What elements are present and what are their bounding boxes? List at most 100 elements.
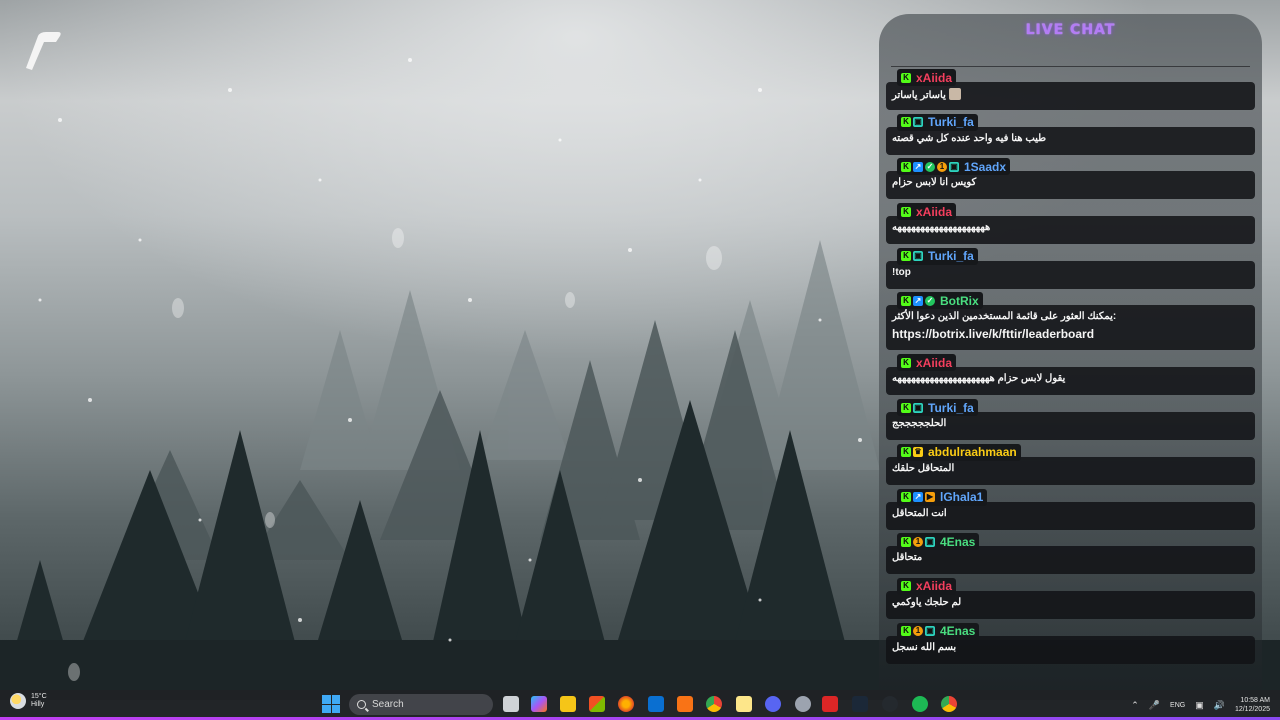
kick-icon: K <box>901 536 911 547</box>
subscriber-icon: ▣ <box>925 626 935 637</box>
chat-message-bubble: الحلجججججج <box>886 412 1255 441</box>
chat-message-bubble: يقول لابس حزام هههههههههههههههههههههه <box>886 367 1255 396</box>
steam-icon[interactable] <box>852 696 868 712</box>
chat-username[interactable]: xAiida <box>916 205 952 219</box>
display-icon[interactable]: ▣ <box>1195 700 1204 711</box>
chat-message-bubble: المتحاقل حلقك <box>886 456 1255 485</box>
store-icon[interactable] <box>589 696 605 712</box>
chat-user-bar: KxAiida <box>897 354 957 372</box>
chat-username[interactable]: Turki_fa <box>928 249 974 263</box>
chat-message: الحلجججججج K ▣ Turki_fa <box>886 399 1255 444</box>
chat-username[interactable]: xAiida <box>916 71 952 85</box>
subscriber-icon: ▣ <box>913 117 923 128</box>
chat-username[interactable]: 4Enas <box>940 624 975 638</box>
chat-message-bubble: لم حلجك ياوكمي <box>886 590 1255 619</box>
chevron-up-icon[interactable]: ⌃ <box>1131 700 1139 711</box>
chat-username[interactable]: Turki_fa <box>928 401 974 415</box>
chat-message-text: يقول لابس حزام هههههههههههههههههههههه <box>892 373 1066 385</box>
chat-message-text: المتحاقل حلقك <box>892 462 955 474</box>
chat-message-text: !top <box>892 266 911 278</box>
chat-user-bar: K ♛ abdulraahmaan <box>897 443 1021 461</box>
outlook-icon[interactable] <box>648 696 664 712</box>
settings-icon[interactable] <box>795 696 811 712</box>
chat-message-bubble: ههههههههههههههههههههه <box>886 216 1255 245</box>
desktop-logo <box>26 32 61 70</box>
chat-message: المتحاقل حلقك K ♛ abdulraahmaan <box>886 443 1255 489</box>
microphone-icon[interactable]: 🎤 <box>1149 700 1160 711</box>
kick-icon: K <box>901 161 911 172</box>
chat-message-bubble: كويس انا لابس حزام <box>886 171 1255 200</box>
chat-message: كويس انا لابس حزام K ↗ ✓ 1 ▣ 1Saadx <box>886 158 1255 203</box>
kick-icon: K <box>901 295 911 306</box>
file-viewer-icon[interactable] <box>503 696 519 712</box>
chat-message: !top K ▣ Turki_fa <box>886 247 1255 293</box>
chat-user-bar: K ↗ ✓ 1 ▣ 1Saadx <box>897 158 1011 176</box>
kick-icon: K <box>901 581 911 592</box>
verified-icon: ✓ <box>925 161 935 172</box>
chat-message: ياساتر ياساتر KxAiida <box>886 69 1255 114</box>
chat-username[interactable]: 4Enas <box>940 535 975 549</box>
windows-logo-icon <box>322 695 331 704</box>
chat-message: لم حلجك ياوكمي KxAiida <box>886 577 1255 623</box>
notes-icon[interactable] <box>736 696 752 712</box>
chat-message-text: لم حلجك ياوكمي <box>892 596 962 608</box>
start-button[interactable] <box>322 695 340 713</box>
clock-time: 10:58 AM <box>1240 697 1270 704</box>
discord-icon[interactable] <box>765 696 781 712</box>
subscriber-icon: ▣ <box>913 402 923 413</box>
subscriber-icon: ▣ <box>949 161 959 172</box>
chat-username[interactable]: xAiida <box>916 579 952 593</box>
chat-message: انت المتحاقل K ↗ ▶ lGhala1 <box>886 488 1255 534</box>
chat-message-link[interactable]: https://botrix.live/k/fttir/leaderboard <box>892 327 1249 341</box>
chat-message-bubble: بسم الله نسجل <box>886 635 1255 664</box>
github-icon[interactable] <box>882 696 898 712</box>
chat-username[interactable]: 1Saadx <box>964 160 1006 174</box>
file-explorer-icon[interactable] <box>560 696 576 712</box>
chrome-icon[interactable] <box>706 696 722 712</box>
chat-message-text: ههههههههههههههههههههه <box>892 222 991 234</box>
chat-message-bubble: يمكنك العثور على قائمة المستخدمين الذين … <box>886 305 1255 351</box>
chat-user-bar: KxAiida <box>897 577 957 595</box>
chat-username[interactable]: xAiida <box>916 356 952 370</box>
chat-message-text: كويس انا لابس حزام <box>892 177 977 189</box>
kick-studio-icon[interactable] <box>822 696 838 712</box>
taskbar-search-box[interactable]: Search <box>349 694 493 715</box>
chat-message: يمكنك العثور على قائمة المستخدمين الذين … <box>886 292 1255 354</box>
chat-user-bar: K ▣ Turki_fa <box>897 399 978 417</box>
chat-message: ههههههههههههههههههههه KxAiida <box>886 203 1255 248</box>
weather-widget[interactable]: 15°C Hilly <box>10 693 47 709</box>
chat-message: بسم الله نسجل K 1 ▣ 4Enas <box>886 622 1255 668</box>
chat-user-bar: KxAiida <box>897 203 957 221</box>
og-icon: 1 <box>913 536 923 547</box>
kick-icon: K <box>901 357 911 368</box>
search-placeholder: Search <box>372 699 404 710</box>
chrome-alt-icon[interactable] <box>941 696 957 712</box>
chat-message-bubble: ياساتر ياساتر <box>886 82 1255 110</box>
chat-user-bar: K ▣ Turki_fa <box>897 113 978 131</box>
weather-icon <box>10 693 26 709</box>
chat-divider <box>891 66 1250 67</box>
chat-message: يقول لابس حزام هههههههههههههههههههههه KxA… <box>886 354 1255 399</box>
chat-title: LIVE CHAT <box>1025 22 1116 38</box>
chat-message-list: ياساتر ياساتر KxAiida طيب هنا فيه واحد عند… <box>886 69 1255 667</box>
chat-username[interactable]: abdulraahmaan <box>928 445 1017 459</box>
copilot-icon[interactable] <box>531 696 547 712</box>
firefox-icon[interactable] <box>618 696 634 712</box>
chat-username[interactable]: lGhala1 <box>940 490 983 504</box>
kick-icon: K <box>901 402 911 413</box>
crown-icon: ♛ <box>913 447 923 458</box>
kick-icon: K <box>901 206 911 217</box>
language-indicator[interactable]: ENG <box>1170 702 1185 709</box>
weather-temperature: 15°C <box>31 693 47 700</box>
clock[interactable]: 10:58 AM 12/12/2025 <box>1235 696 1270 714</box>
chat-message-bubble: انت المتحاقل <box>886 501 1255 530</box>
spotify-icon[interactable] <box>912 696 928 712</box>
chat-username[interactable]: Turki_fa <box>928 115 974 129</box>
flag-icon: ▶ <box>925 492 935 502</box>
chat-user-bar: KxAiida <box>897 69 957 86</box>
app-a-icon[interactable] <box>677 696 693 712</box>
volume-icon[interactable]: 🔊 <box>1214 700 1225 711</box>
moderator-icon: ↗ <box>913 161 923 172</box>
chat-message-text: يمكنك العثور على قائمة المستخدمين الذين … <box>892 311 1117 323</box>
chat-username[interactable]: BotRix <box>940 294 979 308</box>
